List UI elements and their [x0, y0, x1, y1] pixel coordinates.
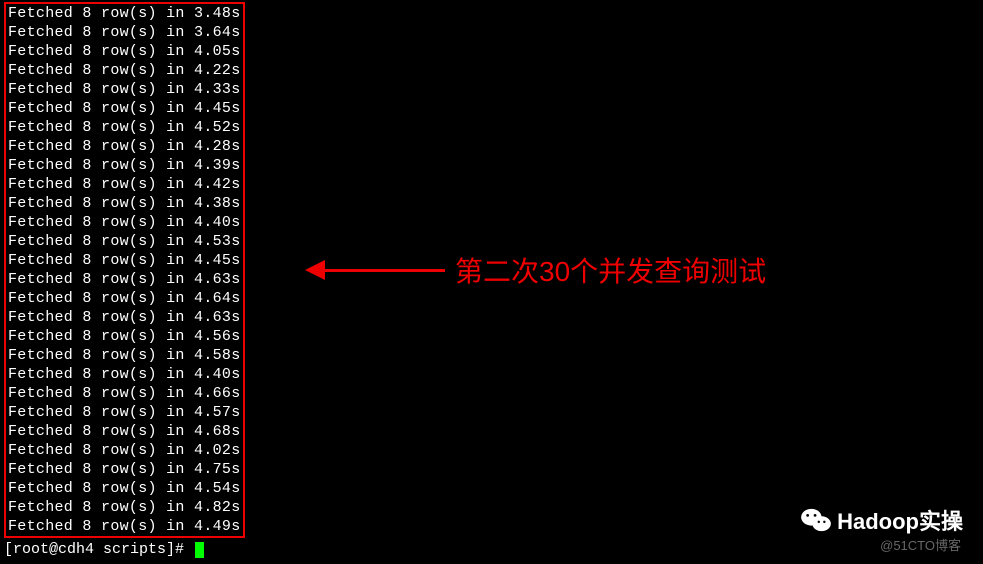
output-line: Fetched 8 row(s) in 4.57s: [8, 403, 241, 422]
output-line: Fetched 8 row(s) in 4.45s: [8, 99, 241, 118]
output-line: Fetched 8 row(s) in 4.02s: [8, 441, 241, 460]
watermark-logo-text: Hadoop实操: [837, 504, 963, 536]
cursor-icon: [195, 542, 204, 558]
output-line: Fetched 8 row(s) in 4.63s: [8, 270, 241, 289]
output-line: Fetched 8 row(s) in 4.64s: [8, 289, 241, 308]
output-line: Fetched 8 row(s) in 4.22s: [8, 61, 241, 80]
annotation-text: 第二次30个并发查询测试: [455, 250, 766, 290]
output-line: Fetched 8 row(s) in 3.64s: [8, 23, 241, 42]
output-line: Fetched 8 row(s) in 4.05s: [8, 42, 241, 61]
output-line: Fetched 8 row(s) in 4.82s: [8, 498, 241, 517]
output-line: Fetched 8 row(s) in 4.45s: [8, 251, 241, 270]
output-line: Fetched 8 row(s) in 4.52s: [8, 118, 241, 137]
wechat-icon: [801, 507, 831, 533]
output-line: Fetched 8 row(s) in 4.49s: [8, 517, 241, 536]
annotation: 第二次30个并发查询测试: [305, 250, 766, 290]
output-line: Fetched 8 row(s) in 4.75s: [8, 460, 241, 479]
output-line: Fetched 8 row(s) in 4.38s: [8, 194, 241, 213]
output-line: Fetched 8 row(s) in 4.39s: [8, 156, 241, 175]
output-line: Fetched 8 row(s) in 4.40s: [8, 365, 241, 384]
output-line: Fetched 8 row(s) in 4.33s: [8, 80, 241, 99]
output-line: Fetched 8 row(s) in 4.54s: [8, 479, 241, 498]
watermark-logo: Hadoop实操: [801, 504, 963, 536]
output-line: Fetched 8 row(s) in 4.42s: [8, 175, 241, 194]
watermark-subtext: @51CTO博客: [880, 535, 961, 554]
highlighted-output-block: Fetched 8 row(s) in 3.48sFetched 8 row(s…: [4, 2, 245, 538]
output-line: Fetched 8 row(s) in 4.63s: [8, 308, 241, 327]
output-line: Fetched 8 row(s) in 4.66s: [8, 384, 241, 403]
prompt-line[interactable]: [root@cdh4 scripts]#: [4, 540, 979, 559]
output-line: Fetched 8 row(s) in 4.53s: [8, 232, 241, 251]
output-line: Fetched 8 row(s) in 4.28s: [8, 137, 241, 156]
output-line: Fetched 8 row(s) in 3.48s: [8, 4, 241, 23]
prompt-text: [root@cdh4 scripts]#: [4, 541, 193, 558]
output-line: Fetched 8 row(s) in 4.40s: [8, 213, 241, 232]
arrow-left-icon: [305, 260, 445, 280]
output-line: Fetched 8 row(s) in 4.58s: [8, 346, 241, 365]
output-line: Fetched 8 row(s) in 4.56s: [8, 327, 241, 346]
output-line: Fetched 8 row(s) in 4.68s: [8, 422, 241, 441]
